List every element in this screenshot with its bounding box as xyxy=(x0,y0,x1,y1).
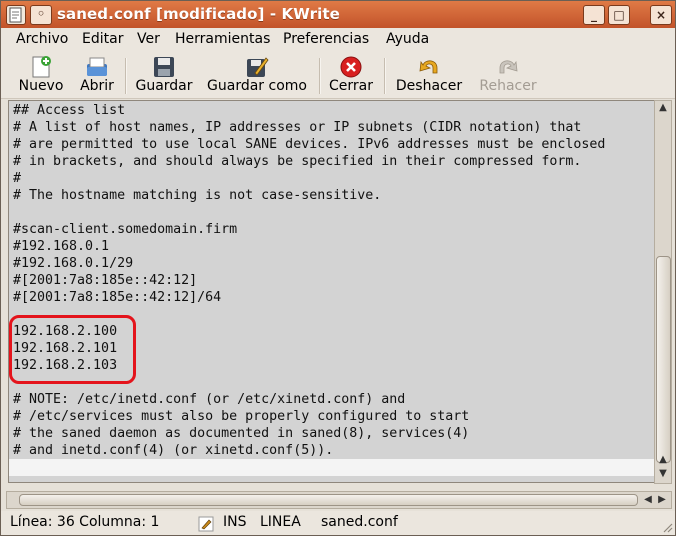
menu-archivo[interactable]: Archivo xyxy=(16,31,68,47)
text-line: # and inetd.conf(4) (or xinetd.conf(5)). xyxy=(13,443,334,458)
undo-icon xyxy=(419,60,438,74)
text-line: #[2001:7a8:185e::42:12] xyxy=(13,273,198,288)
menu-editar[interactable]: Editar xyxy=(82,31,123,47)
modified-pencil-icon xyxy=(198,516,214,532)
toolbar-separator xyxy=(319,58,321,94)
text-line: # xyxy=(13,171,22,186)
cerrar-label: Cerrar xyxy=(329,78,373,94)
window-menu-icon[interactable]: ◦ xyxy=(30,5,52,25)
text-line: # the saned daemon as documented in sane… xyxy=(13,426,470,441)
cursor-position: Línea: 36 Columna: 1 xyxy=(10,514,160,530)
toolbar: Nuevo Abrir Guardar Guardar como Cerrar … xyxy=(1,52,675,99)
save-icon xyxy=(154,57,174,77)
menu-herramientas[interactable]: Herramientas xyxy=(175,31,270,47)
guardar-como-button[interactable]: Guardar como xyxy=(205,52,309,98)
deshacer-button[interactable]: Deshacer xyxy=(393,52,465,98)
save-as-icon xyxy=(247,57,269,77)
toolbar-separator xyxy=(125,58,127,94)
minimize-button[interactable]: _ xyxy=(583,5,605,25)
text-line: ## Access list xyxy=(13,103,126,118)
text-line: # NOTE: /etc/inetd.conf (or /etc/xinetd.… xyxy=(13,392,406,407)
abrir-label: Abrir xyxy=(80,78,114,94)
insert-mode[interactable]: INS xyxy=(223,514,247,530)
rehacer-button[interactable]: Rehacer xyxy=(477,52,539,98)
text-line: #192.168.0.1/29 xyxy=(13,256,134,271)
rehacer-label: Rehacer xyxy=(479,78,537,94)
guardar-button[interactable]: Guardar xyxy=(134,52,194,98)
deshacer-label: Deshacer xyxy=(395,78,463,94)
scroll-right-arrow-icon[interactable]: ▶ xyxy=(655,492,669,508)
text-line: #scan-client.somedomain.firm xyxy=(13,222,238,237)
menu-ver[interactable]: Ver xyxy=(137,31,160,47)
horizontal-scrollbar[interactable]: ◀ ▶ xyxy=(6,491,672,509)
guardar-como-label: Guardar como xyxy=(207,78,307,94)
scroll-left-arrow-icon[interactable]: ◀ xyxy=(641,492,655,508)
window-title: saned.conf [modificado] - KWrite xyxy=(57,5,340,23)
abrir-button[interactable]: Abrir xyxy=(76,52,118,98)
title-bar[interactable]: ◦ saned.conf [modificado] - KWrite _ □ × xyxy=(1,1,675,28)
menu-preferencias[interactable]: Preferencias xyxy=(283,31,369,47)
text-line: # The hostname matching is not case-sens… xyxy=(13,188,382,203)
text-line: # /etc/services must also be properly co… xyxy=(13,409,470,424)
file-name: saned.conf xyxy=(321,514,398,530)
guardar-label: Guardar xyxy=(135,78,193,94)
vertical-scrollbar[interactable]: ▲ ▲ ▼ xyxy=(654,100,672,484)
vertical-scroll-thumb[interactable] xyxy=(656,256,671,463)
menu-ayuda[interactable]: Ayuda xyxy=(386,31,429,47)
text-line: # A list of host names, IP addresses or … xyxy=(13,120,582,135)
maximize-button[interactable]: □ xyxy=(608,5,630,25)
text-editor[interactable]: ## Access list # A list of host names, I… xyxy=(8,100,655,483)
scroll-up-arrow-icon[interactable]: ▲ xyxy=(655,453,671,467)
new-document-icon xyxy=(32,56,51,78)
nuevo-label: Nuevo xyxy=(18,78,64,94)
cerrar-button[interactable]: Cerrar xyxy=(327,52,375,98)
kwrite-app-icon xyxy=(6,5,26,25)
open-folder-icon xyxy=(87,57,107,76)
current-line-highlight xyxy=(9,459,654,476)
ip-highlight-ring xyxy=(9,315,136,384)
horizontal-scroll-thumb[interactable] xyxy=(19,494,638,506)
scroll-up-arrow-icon[interactable]: ▲ xyxy=(655,101,671,115)
close-document-icon xyxy=(340,56,362,78)
scroll-down-arrow-icon[interactable]: ▼ xyxy=(655,467,671,481)
text-line: #[2001:7a8:185e::42:12]/64 xyxy=(13,290,222,305)
close-window-button[interactable]: × xyxy=(650,5,672,25)
kwrite-window: ◦ saned.conf [modificado] - KWrite _ □ ×… xyxy=(0,0,676,536)
status-bar: Línea: 36 Columna: 1 INS LINEA saned.con… xyxy=(1,511,675,535)
text-line: #192.168.0.1 xyxy=(13,239,110,254)
text-line: # are permitted to use local SANE device… xyxy=(13,137,606,152)
text-line: # in brackets, and should always be spec… xyxy=(13,154,582,169)
toolbar-separator xyxy=(384,58,386,94)
line-wrap-mode[interactable]: LINEA xyxy=(260,514,301,530)
menu-bar: Archivo Editar Ver Herramientas Preferen… xyxy=(1,28,675,52)
resize-grip-icon[interactable] xyxy=(661,521,673,533)
nuevo-button[interactable]: Nuevo xyxy=(13,52,69,98)
redo-icon xyxy=(499,60,518,74)
